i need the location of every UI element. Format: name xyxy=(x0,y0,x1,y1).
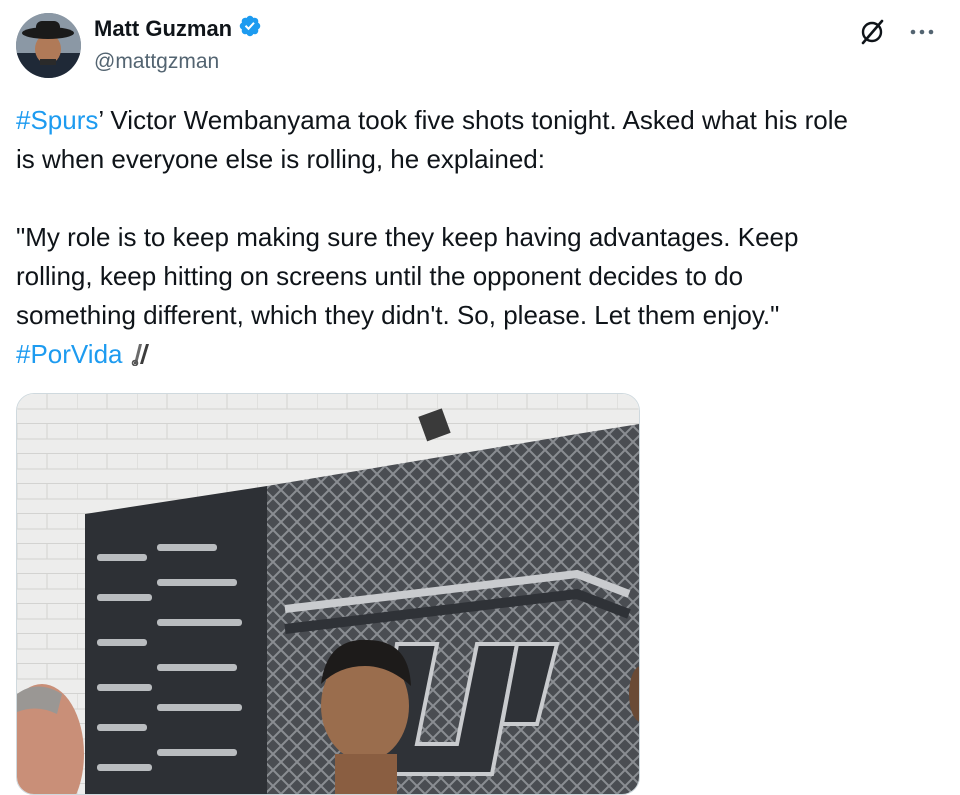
grok-icon[interactable] xyxy=(856,16,888,48)
tweet-line1: ’ Victor Wembanyama took five shots toni… xyxy=(98,105,848,135)
tweet-quote: "My role is to keep making sure they kee… xyxy=(16,222,799,330)
spurs-logo-icon xyxy=(130,338,152,377)
hashtag-spurs[interactable]: #Spurs xyxy=(16,105,98,135)
verified-badge-icon xyxy=(238,14,262,43)
more-icon[interactable] xyxy=(906,16,938,48)
avatar[interactable] xyxy=(16,13,81,78)
tweet-text: #Spurs’ Victor Wembanyama took five shot… xyxy=(16,101,946,377)
author-handle[interactable]: @mattgzman xyxy=(94,50,219,74)
hashtag-porvida[interactable]: #PorVida xyxy=(16,339,123,369)
tweet-actions-top xyxy=(856,16,938,48)
tweet-line2: is when everyone else is rolling, he exp… xyxy=(16,144,545,174)
author-display-name[interactable]: Matt Guzman xyxy=(94,16,232,42)
author-name-row: Matt Guzman xyxy=(94,14,262,43)
tweet-media-photo[interactable] xyxy=(16,393,640,795)
